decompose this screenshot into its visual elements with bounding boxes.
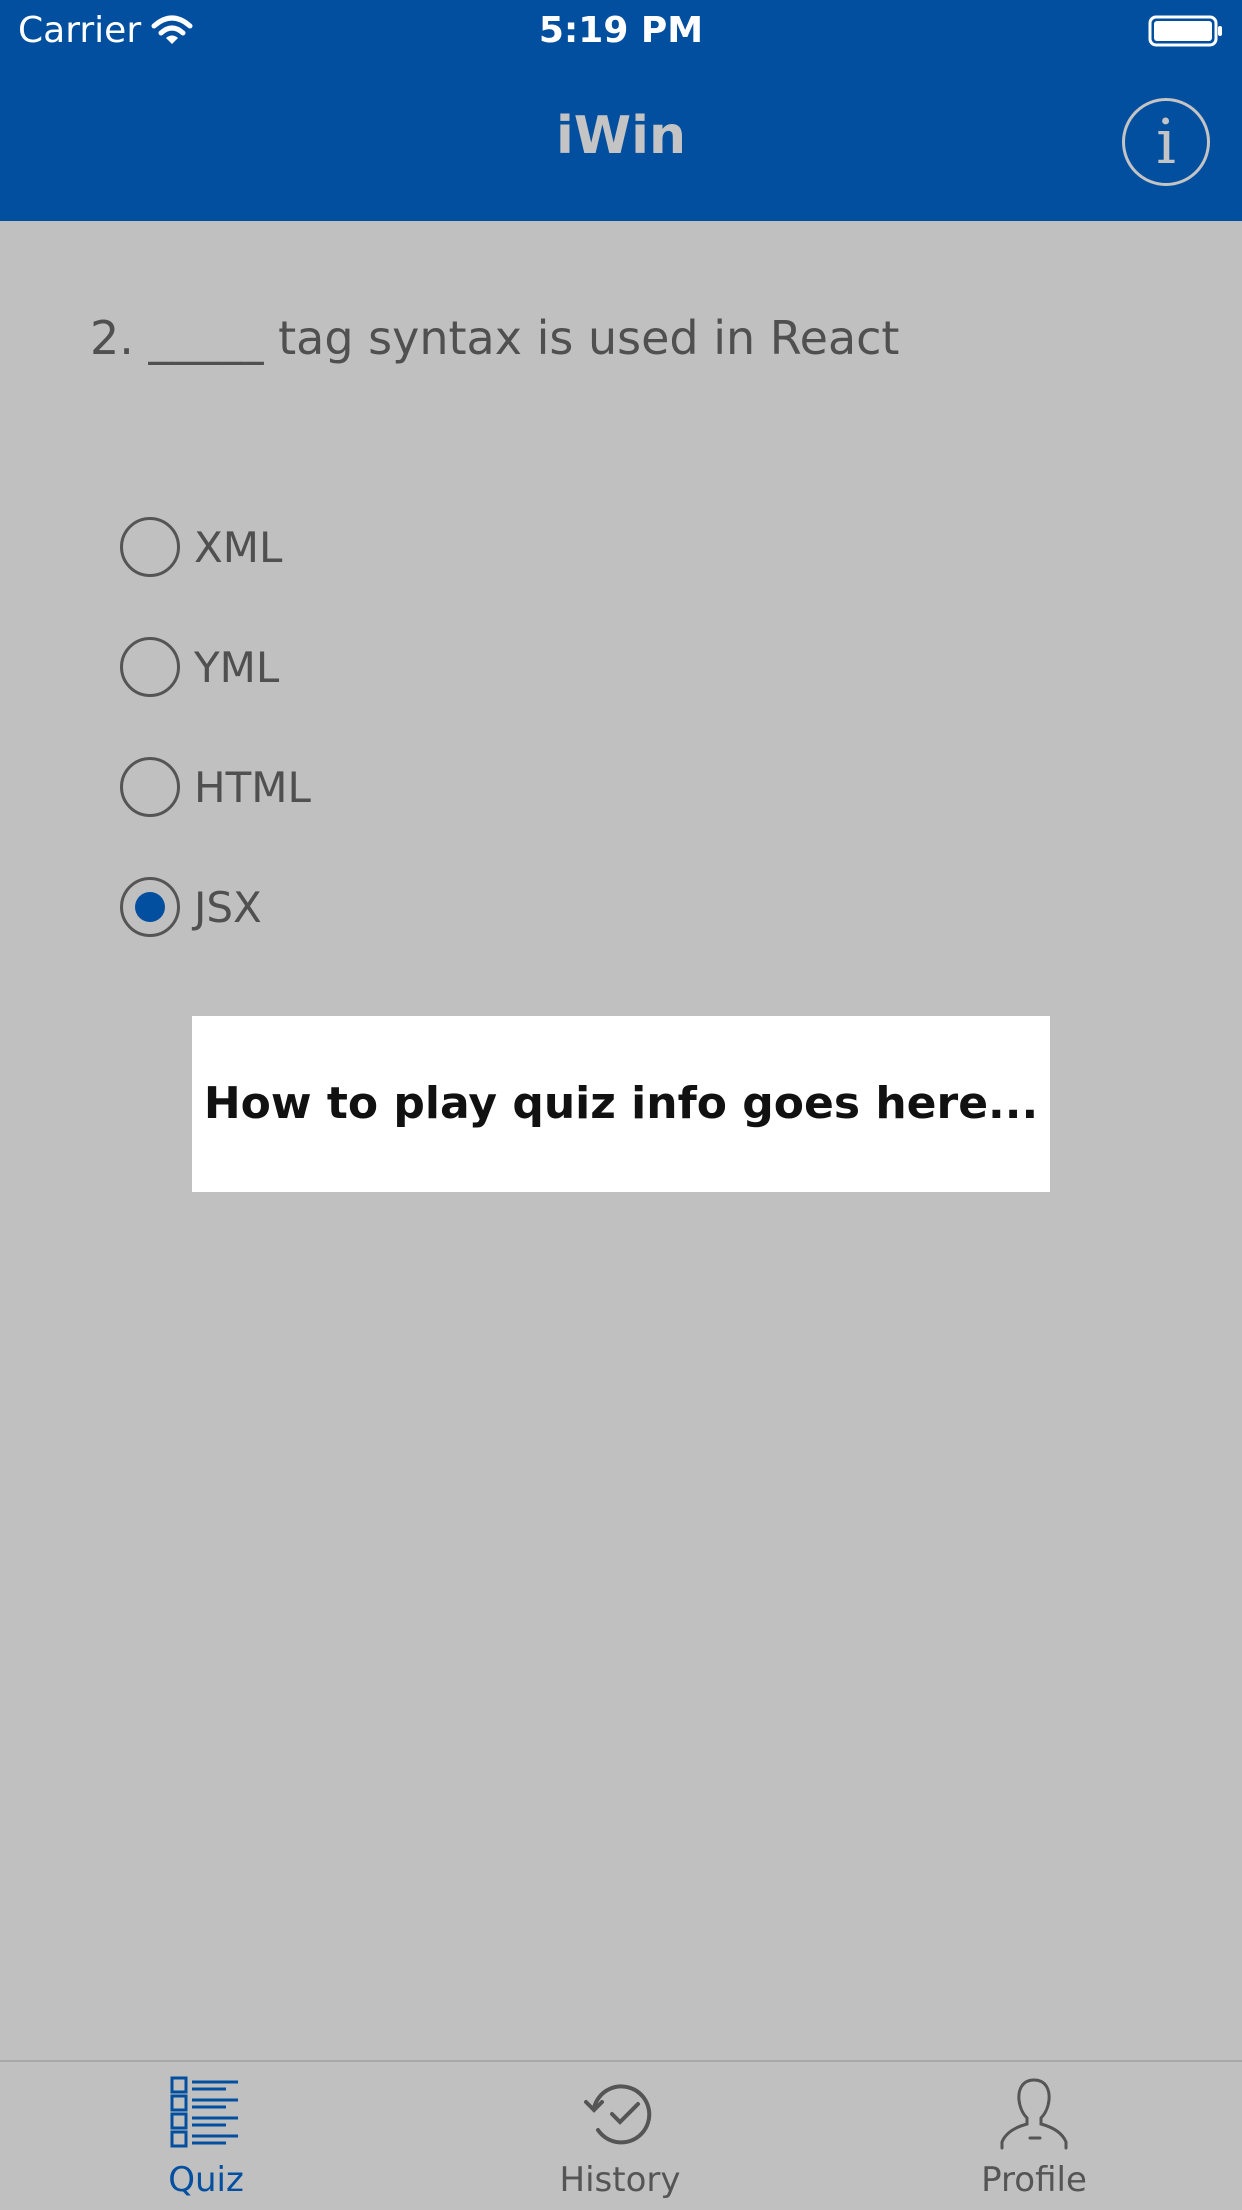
radio-button[interactable] xyxy=(120,757,180,817)
tab-label: Profile xyxy=(981,2160,1087,2200)
tab-bar: Quiz History Profile xyxy=(0,2060,1242,2210)
option-label: HTML xyxy=(194,763,311,812)
app-title: iWin xyxy=(555,106,687,166)
profile-icon xyxy=(1000,2078,1068,2150)
option-label: YML xyxy=(194,643,280,692)
info-popup[interactable]: How to play quiz info goes here... xyxy=(192,1016,1050,1192)
option-html[interactable]: HTML xyxy=(120,757,720,821)
option-xml[interactable]: XML xyxy=(120,517,720,581)
navigation-bar: iWin i xyxy=(0,62,1242,221)
list-icon xyxy=(170,2076,238,2148)
radio-button[interactable] xyxy=(120,517,180,577)
info-icon: i xyxy=(1156,105,1176,178)
status-time: 5:19 PM xyxy=(538,10,704,51)
radio-button[interactable] xyxy=(120,637,180,697)
tab-label: History xyxy=(559,2160,681,2200)
tab-label: Quiz xyxy=(168,2160,244,2200)
history-icon xyxy=(584,2084,652,2145)
tab-profile[interactable]: Profile xyxy=(904,2062,1164,2210)
status-bar: Carrier 5:19 PM xyxy=(0,0,1242,62)
tab-history[interactable]: History xyxy=(490,2062,750,2210)
option-yml[interactable]: YML xyxy=(120,637,720,701)
battery-icon xyxy=(1148,15,1222,47)
question-text: 2. _____ tag syntax is used in React xyxy=(90,311,900,365)
popup-message: How to play quiz info goes here... xyxy=(203,1078,1039,1129)
tab-quiz[interactable]: Quiz xyxy=(76,2062,336,2210)
option-label: JSX xyxy=(194,883,262,932)
info-button[interactable]: i xyxy=(1122,98,1210,186)
radio-button-selected[interactable] xyxy=(120,877,180,937)
option-jsx[interactable]: JSX xyxy=(120,877,720,941)
option-label: XML xyxy=(194,523,283,572)
radio-selected-dot xyxy=(135,892,165,922)
